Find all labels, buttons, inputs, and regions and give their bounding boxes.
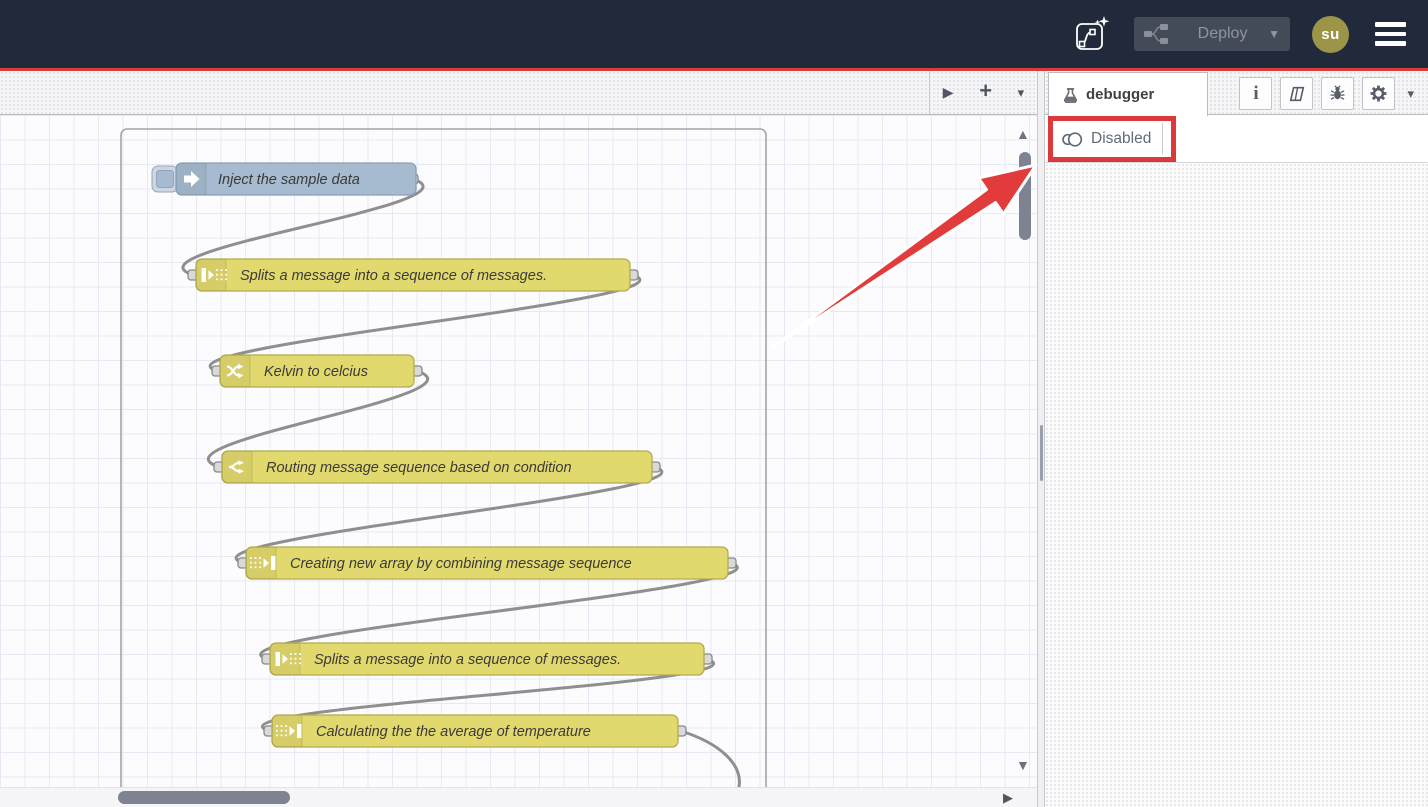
deploy-button[interactable]: Deploy ▼ — [1134, 17, 1290, 51]
help-button[interactable] — [1280, 77, 1313, 110]
book-icon — [1289, 86, 1305, 102]
sidebar: debugger i — [1045, 71, 1428, 807]
workspace-tabbar: ▶ + ▾ — [0, 71, 1037, 115]
info-icon: i — [1253, 83, 1258, 105]
node-join[interactable]: Calculating the the average of temperatu… — [264, 715, 686, 747]
node-label: Calculating the the average of temperatu… — [316, 724, 591, 740]
horizontal-scrollbar[interactable]: ▶ — [0, 787, 1037, 807]
node-switch[interactable]: Routing message sequence based on condit… — [214, 451, 660, 483]
avatar-initials: su — [1321, 26, 1340, 43]
toolbar-separator — [1162, 123, 1163, 154]
flow-assistant-button[interactable] — [1072, 14, 1112, 54]
node-label: Kelvin to celcius — [264, 364, 368, 380]
red-underline-annotation — [0, 68, 1428, 71]
header-bar: Deploy ▼ su — [0, 0, 1428, 68]
hamburger-icon — [1375, 22, 1406, 27]
debug-disabled-toggle[interactable]: Disabled — [1061, 125, 1151, 153]
debug-messages-button[interactable] — [1321, 77, 1354, 110]
splitter-grip[interactable] — [1040, 425, 1043, 481]
info-button[interactable]: i — [1239, 77, 1272, 110]
scroll-right-icon[interactable]: ▶ — [1003, 790, 1013, 806]
sidebar-tab-label: debugger — [1086, 86, 1154, 103]
node-join[interactable]: Creating new array by combining message … — [238, 547, 736, 579]
node-label: Splits a message into a sequence of mess… — [314, 652, 621, 668]
debug-toolbar: Disabled — [1045, 115, 1428, 163]
flask-icon — [1063, 87, 1078, 103]
flow-list-button[interactable]: ▾ — [1018, 85, 1025, 101]
settings-button[interactable] — [1362, 77, 1395, 110]
sidebar-tabbar: debugger i — [1045, 71, 1428, 115]
tab-scroll-right-button[interactable]: ▶ — [943, 84, 954, 101]
scroll-up-icon[interactable]: ▲ — [1016, 126, 1030, 142]
deploy-options-chevron-icon[interactable]: ▼ — [1262, 27, 1280, 41]
node-label: Routing message sequence based on condit… — [266, 460, 572, 476]
main-menu-button[interactable] — [1371, 18, 1410, 50]
disabled-toggle-label: Disabled — [1091, 130, 1151, 148]
node-label: Inject the sample data — [218, 172, 360, 188]
node-change[interactable]: Kelvin to celcius — [212, 355, 422, 387]
deploy-button-label: Deploy — [1183, 25, 1262, 43]
flow-assistant-icon — [1072, 14, 1112, 54]
sidebar-splitter[interactable] — [1037, 71, 1045, 807]
add-flow-button[interactable]: + — [979, 78, 992, 104]
toggle-off-icon — [1061, 131, 1083, 148]
horizontal-scrollbar-thumb[interactable] — [118, 791, 290, 804]
scroll-down-icon[interactable]: ▼ — [1016, 757, 1030, 773]
node-split[interactable]: Splits a message into a sequence of mess… — [262, 643, 712, 675]
flow-canvas[interactable]: Inject the sample data Splits a message … — [0, 115, 1037, 807]
node-inject[interactable]: Inject the sample data — [152, 163, 418, 195]
gear-icon — [1370, 85, 1387, 102]
user-avatar[interactable]: su — [1312, 16, 1349, 53]
deploy-nodes-icon — [1144, 24, 1169, 44]
node-split[interactable]: Splits a message into a sequence of mess… — [188, 259, 638, 291]
sidebar-menu-chevron-icon[interactable]: ▾ — [1407, 86, 1414, 102]
debug-message-panel — [1045, 163, 1428, 807]
node-label: Creating new array by combining message … — [290, 556, 632, 572]
node-label: Splits a message into a sequence of mess… — [240, 268, 547, 284]
bug-icon — [1329, 85, 1346, 102]
vertical-scrollbar-thumb[interactable] — [1019, 152, 1031, 240]
tab-debugger[interactable]: debugger — [1048, 72, 1208, 116]
